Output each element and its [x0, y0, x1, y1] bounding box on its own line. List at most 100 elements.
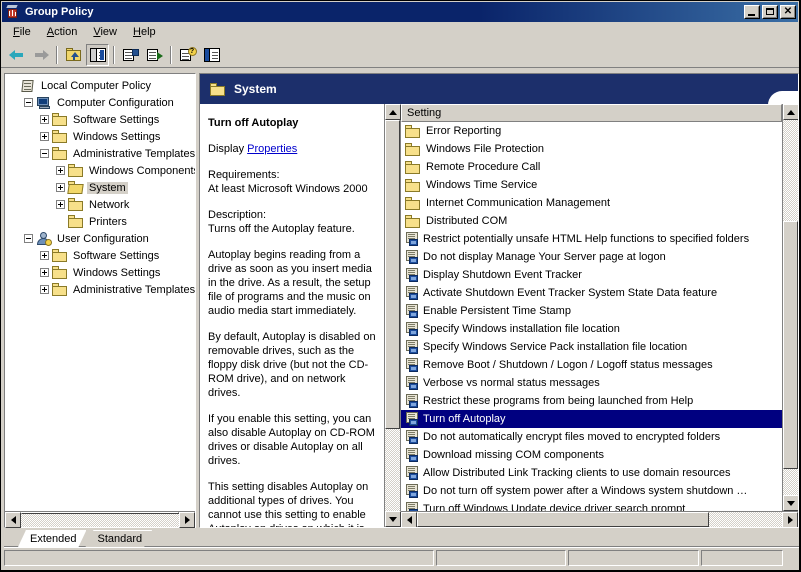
help-button[interactable]: ? [176, 44, 199, 66]
table-row[interactable]: Do not display Manage Your Server page a… [401, 248, 782, 266]
settings-list-columns: Setting Error Reporting Windows File Prot… [401, 104, 782, 511]
table-row[interactable]: Activate Shutdown Event Tracker System S… [401, 284, 782, 302]
minimize-button[interactable] [744, 5, 760, 19]
tree-item-label: Windows Settings [73, 130, 161, 143]
expand-plus-icon[interactable] [56, 183, 65, 192]
menu-action[interactable]: Action [39, 24, 86, 40]
settings-scroll-up-button[interactable] [783, 104, 798, 120]
table-row[interactable]: Distributed COM [401, 212, 782, 230]
tree-item-administrative-templates[interactable]: Administrative Templates [8, 145, 195, 162]
menu-view[interactable]: View [85, 24, 125, 40]
tree-horizontal-scrollbar[interactable] [5, 511, 195, 528]
description-vscroll-thumb[interactable] [385, 120, 400, 429]
tree-item-windows-settings[interactable]: Windows Settings [8, 264, 195, 281]
settings-scroll-right-button[interactable] [782, 512, 798, 527]
show-pane-button[interactable] [200, 44, 223, 66]
tree-item-windows-settings[interactable]: Windows Settings [8, 128, 195, 145]
settings-hscroll-thumb[interactable] [417, 512, 709, 527]
policy-icon [20, 79, 36, 93]
tree-item-software-settings[interactable]: Software Settings [8, 247, 195, 264]
policy-setting-icon [405, 394, 421, 408]
folder-icon [52, 113, 68, 126]
table-row[interactable]: Do not automatically encrypt files moved… [401, 428, 782, 446]
export-list-button[interactable] [143, 44, 166, 66]
folder-icon [52, 266, 68, 279]
table-row[interactable]: Remove Boot / Shutdown / Logon / Logoff … [401, 356, 782, 374]
table-row[interactable]: Remote Procedure Call [401, 158, 782, 176]
policy-setting-icon [405, 358, 421, 372]
table-row[interactable]: Windows File Protection [401, 140, 782, 158]
settings-scroll-left-button[interactable] [401, 512, 417, 527]
tree-item-system[interactable]: System [8, 179, 195, 196]
close-button[interactable]: ✕ [780, 5, 796, 19]
settings-vscroll-thumb[interactable] [783, 221, 798, 469]
tree-item-software-settings[interactable]: Software Settings [8, 111, 195, 128]
expand-plus-icon[interactable] [40, 251, 49, 260]
settings-horizontal-scrollbar[interactable] [401, 511, 798, 527]
tree-item-windows-components[interactable]: Windows Components [8, 162, 195, 179]
tree-item-label: Local Computer Policy [41, 79, 152, 92]
table-row[interactable]: Download missing COM components [401, 446, 782, 464]
tree-scroll-right-button[interactable] [179, 512, 195, 528]
expand-plus-icon[interactable] [40, 285, 49, 294]
tree-item-label: Software Settings [73, 249, 160, 262]
table-row[interactable]: Specify Windows installation file locati… [401, 320, 782, 338]
tree-hscroll-track[interactable] [21, 512, 179, 527]
table-row[interactable]: Specify Windows Service Pack installatio… [401, 338, 782, 356]
expand-plus-icon[interactable] [40, 115, 49, 124]
policy-setting-icon [405, 448, 421, 462]
settings-scroll-down-button[interactable] [783, 495, 798, 511]
table-row[interactable]: Restrict these programs from being launc… [401, 392, 782, 410]
collapse-minus-icon[interactable] [24, 98, 33, 107]
menu-help[interactable]: Help [125, 24, 164, 40]
tree-scroll-left-button[interactable] [5, 512, 21, 528]
expand-plus-icon[interactable] [40, 268, 49, 277]
settings-vertical-scrollbar[interactable] [782, 104, 798, 511]
show-hide-tree-button[interactable] [86, 43, 109, 66]
description-vertical-scrollbar[interactable] [384, 104, 401, 527]
tree-item-network[interactable]: Network [8, 196, 195, 213]
setting-label: Do not display Manage Your Server page a… [423, 251, 666, 263]
settings-vscroll-track[interactable] [783, 120, 798, 495]
expand-plus-icon[interactable] [56, 166, 65, 175]
table-row[interactable]: Do not turn off system power after a Win… [401, 482, 782, 500]
show-pane-icon [203, 47, 220, 62]
tab-standard[interactable]: Standard [85, 530, 152, 547]
collapse-minus-icon[interactable] [24, 234, 33, 243]
table-row[interactable]: Turn off Windows Update device driver se… [401, 500, 782, 511]
properties-button[interactable] [119, 44, 142, 66]
expand-plus-icon[interactable] [40, 132, 49, 141]
tree-item-printers[interactable]: Printers [8, 213, 195, 230]
tab-extended[interactable]: Extended [18, 530, 86, 547]
settings-hscroll-track[interactable] [417, 512, 782, 527]
table-row[interactable]: Error Reporting [401, 122, 782, 140]
table-row[interactable]: Windows Time Service [401, 176, 782, 194]
collapse-minus-icon[interactable] [40, 149, 49, 158]
tree-item-computer-configuration[interactable]: Computer Configuration [8, 94, 195, 111]
up-one-level-button[interactable] [62, 44, 85, 66]
table-row[interactable]: Allow Distributed Link Tracking clients … [401, 464, 782, 482]
tree-item-administrative-templates[interactable]: Administrative Templates [8, 281, 195, 298]
menu-file[interactable]: File [5, 24, 39, 40]
properties-link[interactable]: Properties [247, 143, 297, 155]
tree-item-local-computer-policy[interactable]: Local Computer Policy [8, 77, 195, 94]
folder-icon [405, 124, 421, 138]
setting-label: Internet Communication Management [426, 197, 611, 209]
description-vscroll-track[interactable] [385, 120, 400, 511]
table-row[interactable]: Verbose vs normal status messages [401, 374, 782, 392]
tree-hscroll-thumb[interactable] [21, 512, 179, 514]
maximize-button[interactable] [762, 5, 778, 19]
table-row[interactable]: Display Shutdown Event Tracker [401, 266, 782, 284]
tree-item-user-configuration[interactable]: User Configuration [8, 230, 195, 247]
column-header-setting[interactable]: Setting [401, 104, 782, 122]
setting-label: Distributed COM [426, 215, 508, 227]
back-button[interactable] [5, 44, 28, 66]
table-row[interactable]: Internet Communication Management [401, 194, 782, 212]
description-scroll-up-button[interactable] [385, 104, 401, 120]
table-row[interactable]: Enable Persistent Time Stamp [401, 302, 782, 320]
expand-plus-icon[interactable] [56, 200, 65, 209]
description-scroll-down-button[interactable] [385, 511, 401, 527]
forward-button[interactable] [29, 44, 52, 66]
table-row[interactable]: Restrict potentially unsafe HTML Help fu… [401, 230, 782, 248]
table-row[interactable]: Turn off Autoplay [401, 410, 782, 428]
